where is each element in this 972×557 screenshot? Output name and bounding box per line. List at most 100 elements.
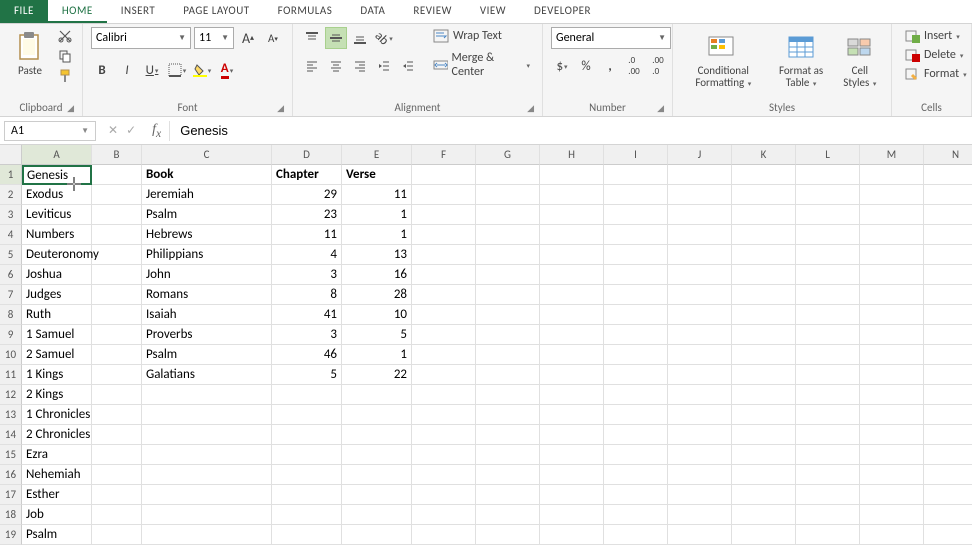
cell[interactable] — [92, 365, 142, 385]
cell[interactable] — [860, 425, 924, 445]
row-header[interactable]: 18 — [0, 505, 22, 525]
cell[interactable] — [476, 265, 540, 285]
cell[interactable] — [604, 165, 668, 185]
tab-page-layout[interactable]: PAGE LAYOUT — [169, 0, 263, 23]
cell[interactable] — [924, 505, 972, 525]
cell[interactable]: 23 — [272, 205, 342, 225]
cell[interactable]: 28 — [342, 285, 412, 305]
column-header[interactable]: C — [142, 145, 272, 165]
cell[interactable] — [476, 525, 540, 545]
cell[interactable] — [604, 325, 668, 345]
cell[interactable] — [92, 165, 142, 185]
cell[interactable] — [412, 385, 476, 405]
cell[interactable]: 10 — [342, 305, 412, 325]
cell[interactable] — [924, 385, 972, 405]
cell[interactable] — [540, 445, 604, 465]
cell[interactable]: 29 — [272, 185, 342, 205]
cell[interactable] — [272, 405, 342, 425]
select-all-corner[interactable] — [0, 145, 22, 165]
cell[interactable] — [860, 465, 924, 485]
cell[interactable] — [540, 305, 604, 325]
cell[interactable]: 1 — [342, 205, 412, 225]
cell[interactable] — [924, 265, 972, 285]
cell[interactable] — [732, 365, 796, 385]
orientation-button[interactable]: ab▾ — [373, 27, 395, 49]
row-header[interactable]: 7 — [0, 285, 22, 305]
cell[interactable] — [924, 245, 972, 265]
tab-developer[interactable]: DEVELOPER — [520, 0, 605, 23]
format-as-table-button[interactable]: Format as Table ▾ — [770, 27, 833, 93]
cell[interactable] — [540, 265, 604, 285]
cell[interactable]: 1 — [342, 225, 412, 245]
cell[interactable] — [142, 445, 272, 465]
cell[interactable]: Galatians — [142, 365, 272, 385]
dialog-launcher-icon[interactable]: ◢ — [67, 103, 74, 114]
cell[interactable] — [604, 505, 668, 525]
cell[interactable] — [412, 485, 476, 505]
cell[interactable] — [142, 405, 272, 425]
cell[interactable] — [342, 525, 412, 545]
font-color-button[interactable]: A▾ — [216, 59, 238, 81]
row-header[interactable]: 14 — [0, 425, 22, 445]
cell[interactable] — [540, 385, 604, 405]
tab-home[interactable]: HOME — [48, 0, 107, 23]
cell[interactable] — [860, 385, 924, 405]
cell[interactable] — [342, 405, 412, 425]
cell[interactable] — [860, 505, 924, 525]
row-header[interactable]: 19 — [0, 525, 22, 545]
row-header[interactable]: 10 — [0, 345, 22, 365]
cell[interactable] — [342, 385, 412, 405]
align-middle-button[interactable] — [325, 27, 347, 49]
cell[interactable] — [796, 165, 860, 185]
cell[interactable] — [796, 405, 860, 425]
align-right-button[interactable] — [349, 55, 371, 77]
name-box[interactable]: A1▼ — [4, 121, 96, 141]
cell[interactable] — [342, 425, 412, 445]
cell[interactable] — [412, 225, 476, 245]
cell[interactable] — [92, 245, 142, 265]
cell[interactable] — [732, 505, 796, 525]
wrap-text-button[interactable]: Wrap Text — [429, 27, 534, 45]
cell[interactable] — [732, 325, 796, 345]
cell[interactable] — [92, 485, 142, 505]
align-top-button[interactable] — [301, 27, 323, 49]
cell[interactable] — [668, 325, 732, 345]
cell[interactable] — [668, 365, 732, 385]
cell[interactable] — [540, 405, 604, 425]
cell[interactable] — [668, 245, 732, 265]
percent-button[interactable]: % — [575, 55, 597, 77]
cell[interactable] — [412, 445, 476, 465]
cell[interactable] — [412, 405, 476, 425]
row-header[interactable]: 4 — [0, 225, 22, 245]
cell[interactable]: 46 — [272, 345, 342, 365]
tab-file[interactable]: FILE — [0, 0, 48, 23]
cell[interactable] — [796, 365, 860, 385]
cell[interactable] — [604, 425, 668, 445]
tab-review[interactable]: REVIEW — [399, 0, 466, 23]
cell[interactable] — [142, 485, 272, 505]
cell[interactable] — [668, 405, 732, 425]
tab-view[interactable]: VIEW — [466, 0, 520, 23]
cell[interactable]: Psalm — [22, 525, 92, 545]
cell[interactable]: Leviticus — [22, 205, 92, 225]
column-header[interactable]: I — [604, 145, 668, 165]
cell[interactable]: 2 Chronicles — [22, 425, 92, 445]
cell[interactable] — [924, 185, 972, 205]
cell[interactable] — [668, 445, 732, 465]
cell[interactable] — [604, 185, 668, 205]
cell[interactable] — [604, 365, 668, 385]
cell[interactable] — [604, 225, 668, 245]
cell[interactable]: Judges — [22, 285, 92, 305]
cell[interactable] — [92, 285, 142, 305]
cell[interactable] — [142, 385, 272, 405]
cell[interactable]: 1 Samuel — [22, 325, 92, 345]
cell[interactable] — [92, 265, 142, 285]
row-header[interactable]: 13 — [0, 405, 22, 425]
cell[interactable] — [732, 245, 796, 265]
cell[interactable] — [668, 485, 732, 505]
tab-insert[interactable]: INSERT — [107, 0, 170, 23]
cell[interactable] — [860, 205, 924, 225]
dialog-launcher-icon[interactable]: ◢ — [277, 103, 284, 114]
cell[interactable] — [412, 465, 476, 485]
cell[interactable] — [860, 225, 924, 245]
